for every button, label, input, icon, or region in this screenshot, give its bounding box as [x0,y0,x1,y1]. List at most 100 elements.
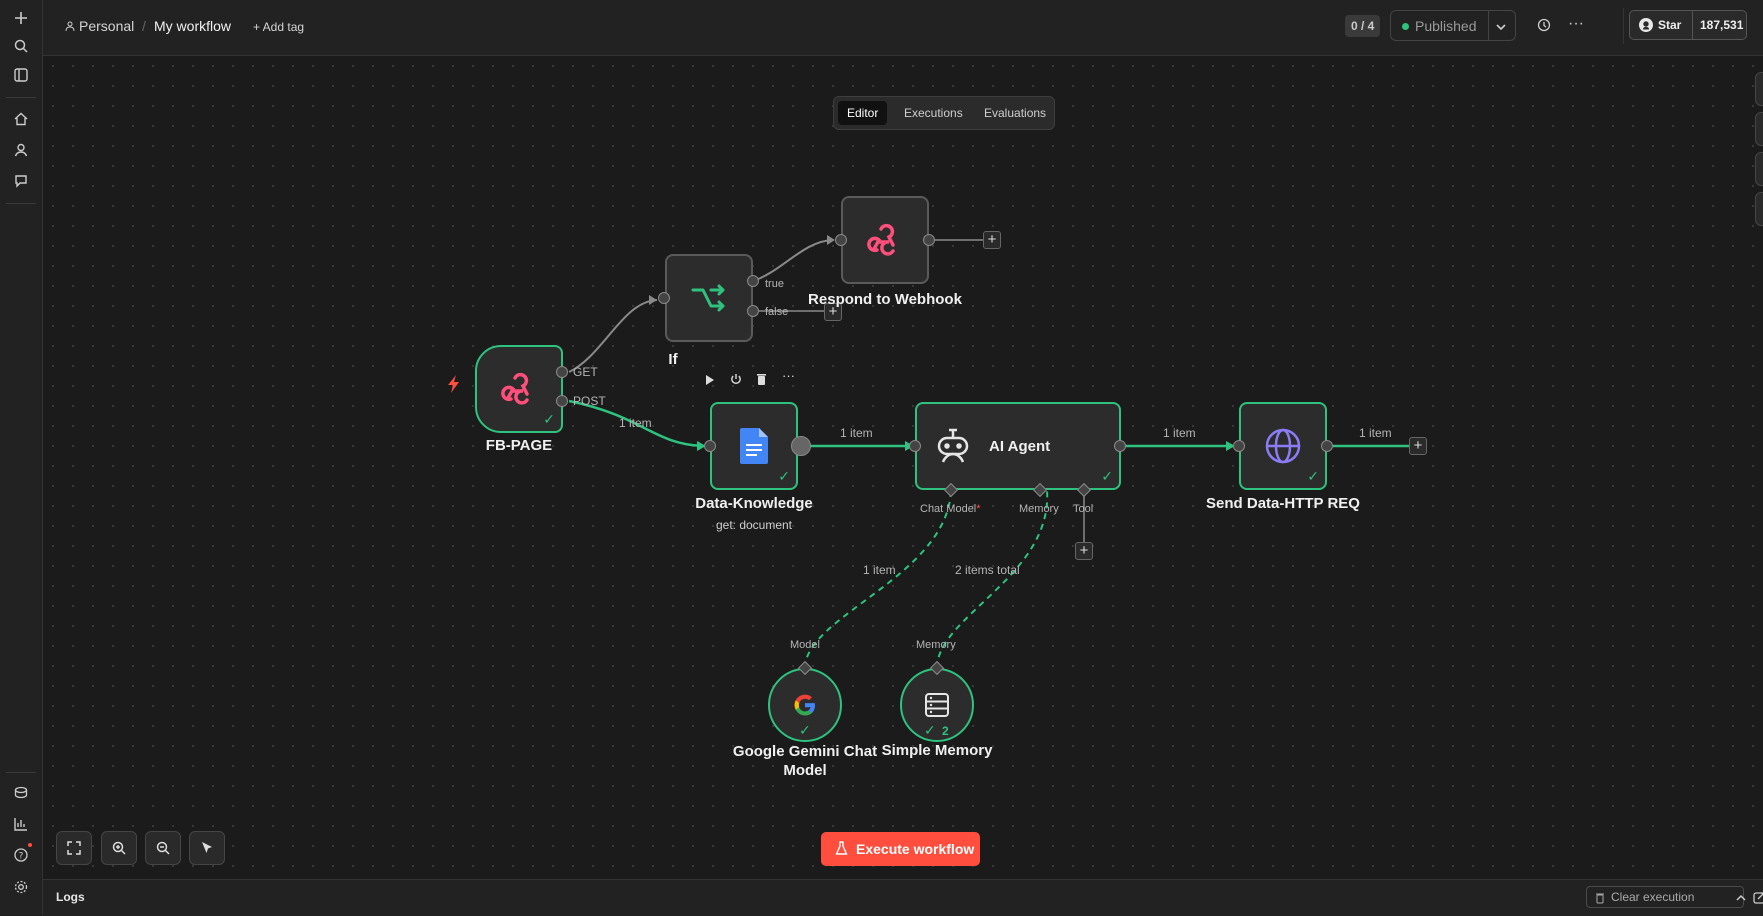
output-port-false[interactable] [747,305,759,317]
add-node-plus-icon[interactable]: + [1409,437,1427,455]
output-port[interactable] [1114,440,1126,452]
trash-icon[interactable] [756,372,767,390]
cursor-pointer-icon [202,842,212,853]
node-label: If [668,351,678,368]
node-data-knowledge[interactable]: ✓ [710,402,798,490]
workflow-canvas[interactable]: Editor Executions Evaluations ✓ GET POST… [43,56,1763,879]
clear-execution-button[interactable]: Clear execution [1586,886,1744,908]
output-label-post: POST [573,394,606,408]
version-counter: 0 / 4 [1345,15,1381,37]
node-simple-memory[interactable]: ✓ 2 [900,668,974,742]
workflow-name[interactable]: My workflow [154,18,231,34]
node-label-line1: Google Gemini Chat [732,743,878,760]
output-label-true: true [765,278,784,290]
zoom-out-button[interactable] [145,831,181,865]
output-port-post[interactable] [556,395,568,407]
add-icon[interactable] [8,5,34,31]
node-fb-page[interactable]: ✓ [475,345,563,433]
success-check-icon: ✓ [1101,468,1113,484]
more-options-icon[interactable]: ··· [782,368,795,383]
sidebar-divider [6,203,36,204]
search-nodes-button[interactable] [1755,112,1763,146]
node-label: Data-Knowledge [695,495,813,512]
add-node-button[interactable] [1755,72,1763,106]
left-sidebar: ? [0,0,43,915]
power-icon[interactable] [730,372,742,390]
output-port[interactable] [1321,440,1333,452]
published-status-label: Published [1415,18,1477,34]
more-options-icon[interactable]: ··· [1568,15,1584,33]
sidebar-divider [6,97,36,98]
project-name: Personal [79,18,135,34]
zoom-in-button[interactable] [101,831,137,865]
sidebar-divider [6,772,36,773]
user-icon[interactable] [8,137,34,163]
svg-text:?: ? [19,852,24,862]
edge-true-to-respond [752,239,834,282]
run-count-badge: 2 [942,724,949,738]
cursor-mode-button[interactable] [189,831,225,865]
home-icon[interactable] [8,106,34,132]
edge-label: 2 items total [955,563,1020,577]
history-icon[interactable] [1537,18,1551,37]
node-label: FB-PAGE [485,437,553,454]
edge-label: 1 item [619,416,652,430]
execute-workflow-button[interactable]: Execute workflow [821,832,980,866]
github-divider [1692,11,1693,39]
node-label: AI Agent [989,438,1051,455]
input-port[interactable] [835,234,847,246]
templates-icon[interactable] [8,780,34,806]
divider [1488,11,1489,40]
help-icon[interactable]: ? [8,842,34,868]
edge-arrow [827,235,835,245]
output-port[interactable] [791,436,811,456]
output-label-false: false [765,306,789,318]
chevron-down-icon[interactable] [1495,20,1507,38]
insights-chart-icon[interactable] [8,811,34,837]
add-tag-button[interactable]: + Add tag [253,20,304,34]
node-label: Respond to Webhook [808,291,962,308]
github-star-count: 187,531 [1700,18,1744,32]
success-check-icon: ✓ [1307,468,1319,484]
panel-toggle-icon[interactable] [8,62,34,88]
trigger-bolt-icon [447,375,461,398]
node-google-gemini[interactable]: ✓ [768,668,842,742]
sticky-note-button[interactable] [1755,152,1763,186]
node-if[interactable] [665,254,753,342]
input-port[interactable] [1233,440,1245,452]
settings-gear-icon[interactable] [8,874,34,900]
input-port[interactable] [658,292,670,304]
project-breadcrumb[interactable]: Personal [65,18,134,34]
add-tool-plus-icon[interactable]: + [1075,542,1093,560]
port-label-model: Model [790,639,820,651]
expand-logs-chevron-icon[interactable] [1735,891,1747,909]
port-label-memory: Memory [916,639,956,651]
input-port[interactable] [704,440,716,452]
logs-bar[interactable]: Logs Clear execution [43,879,1763,916]
logs-label[interactable]: Logs [56,890,85,904]
input-port[interactable] [909,440,921,452]
node-send-data-http[interactable]: ✓ [1239,402,1327,490]
play-icon[interactable] [705,373,715,391]
edge-label: 1 item [1359,426,1392,440]
output-port-true[interactable] [747,275,759,287]
port-label-tool: Tool [1073,503,1094,515]
chat-icon[interactable] [8,168,34,194]
toggle-panel-button[interactable] [1755,192,1763,226]
fit-view-button[interactable] [56,831,92,865]
node-ai-agent[interactable]: AI Agent ✓ [915,402,1121,490]
output-port-get[interactable] [556,366,568,378]
edge-label: 1 item [863,563,896,577]
fullscreen-icon [67,841,81,855]
output-port[interactable] [923,234,935,246]
pop-out-icon[interactable] [1753,891,1763,909]
add-node-plus-icon[interactable]: + [983,231,1001,249]
search-icon[interactable] [8,33,34,59]
published-dropdown[interactable]: Published [1390,10,1516,41]
node-respond-to-webhook[interactable] [841,196,929,284]
github-star-button[interactable]: Star 187,531 [1629,10,1747,40]
top-header: Personal / My workflow + Add tag 0 / 4 P… [43,0,1763,56]
edge-arrow [649,295,657,305]
github-icon [1638,17,1654,38]
node-subtitle: get: document [715,518,793,532]
